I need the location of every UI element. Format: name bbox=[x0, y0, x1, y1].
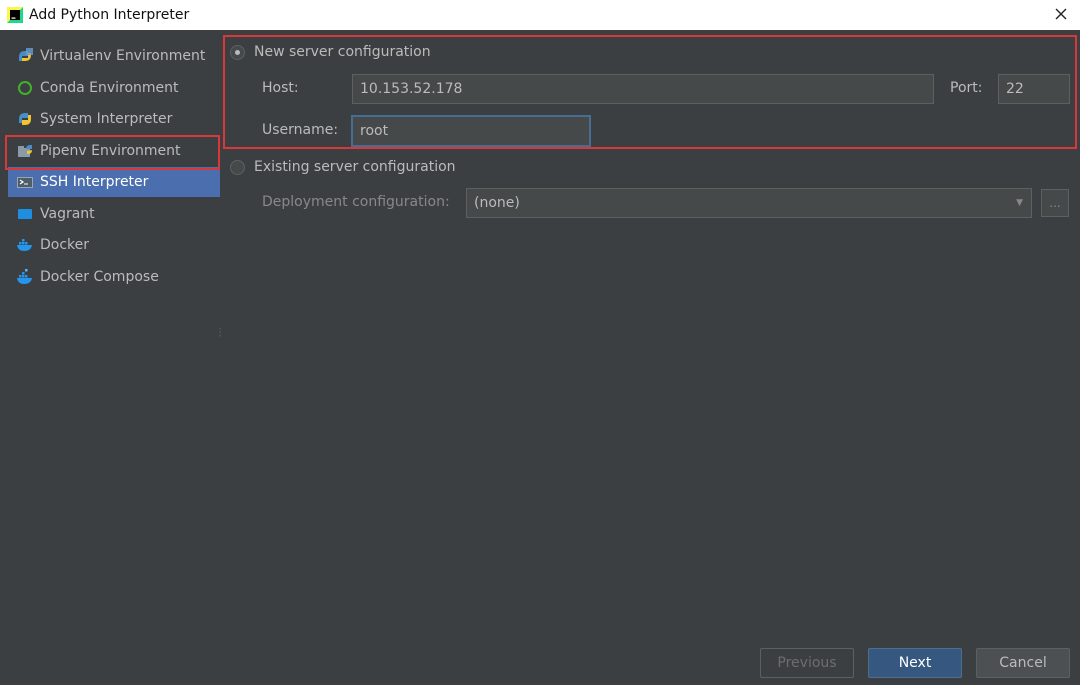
host-value: 10.153.52.178 bbox=[360, 81, 463, 97]
docker-compose-icon bbox=[16, 268, 34, 286]
conda-icon bbox=[16, 79, 34, 97]
browse-button[interactable]: ... bbox=[1041, 189, 1069, 217]
sidebar-item-label: Docker bbox=[40, 237, 90, 253]
vagrant-icon bbox=[16, 205, 34, 223]
chevron-down-icon: ▼ bbox=[1016, 198, 1023, 208]
port-input[interactable]: 22 bbox=[998, 74, 1070, 104]
deployment-config-value: (none) bbox=[474, 195, 520, 211]
sidebar-item-label: Virtualenv Environment bbox=[40, 48, 206, 64]
sidebar-item-ssh[interactable]: SSH Interpreter bbox=[8, 167, 220, 197]
existing-server-label: Existing server configuration bbox=[254, 159, 456, 175]
sidebar-item-vagrant[interactable]: Vagrant bbox=[8, 199, 220, 229]
cancel-label: Cancel bbox=[999, 655, 1047, 671]
sidebar-item-pipenv[interactable]: Pipenv Environment bbox=[8, 136, 220, 166]
pipenv-icon bbox=[16, 142, 34, 160]
username-input[interactable]: root bbox=[351, 115, 591, 147]
username-label: Username: bbox=[262, 122, 339, 138]
new-server-radio[interactable] bbox=[230, 45, 245, 60]
cancel-button[interactable]: Cancel bbox=[976, 648, 1070, 678]
new-server-label: New server configuration bbox=[254, 44, 431, 60]
host-input[interactable]: 10.153.52.178 bbox=[352, 74, 934, 104]
sidebar-item-system[interactable]: System Interpreter bbox=[8, 104, 220, 134]
previous-label: Previous bbox=[777, 655, 837, 671]
sidebar-item-virtualenv[interactable]: Virtualenv Environment bbox=[8, 41, 220, 71]
next-button[interactable]: Next bbox=[868, 648, 962, 678]
sidebar-item-label: System Interpreter bbox=[40, 111, 173, 127]
username-value: root bbox=[360, 123, 389, 139]
host-label: Host: bbox=[262, 80, 299, 96]
deployment-config-dropdown[interactable]: (none) ▼ bbox=[466, 188, 1032, 218]
virtualenv-icon bbox=[16, 47, 34, 65]
browse-label: ... bbox=[1049, 196, 1061, 210]
sidebar-item-conda[interactable]: Conda Environment bbox=[8, 73, 220, 103]
previous-button[interactable]: Previous bbox=[760, 648, 854, 678]
title-bar: Add Python Interpreter bbox=[0, 0, 1080, 30]
sidebar-item-label: SSH Interpreter bbox=[40, 174, 149, 190]
sidebar-item-docker[interactable]: Docker bbox=[8, 230, 220, 260]
python-icon bbox=[16, 110, 34, 128]
deployment-config-label: Deployment configuration: bbox=[262, 194, 450, 210]
sidebar-item-label: Conda Environment bbox=[40, 80, 179, 96]
port-label: Port: bbox=[950, 80, 983, 96]
next-label: Next bbox=[898, 655, 932, 671]
pycharm-icon bbox=[7, 7, 23, 23]
ssh-icon bbox=[16, 173, 34, 191]
window-title: Add Python Interpreter bbox=[29, 7, 190, 23]
sidebar-item-docker-compose[interactable]: Docker Compose bbox=[8, 262, 220, 292]
interpreter-type-list: Virtualenv Environment Conda Environment… bbox=[0, 30, 222, 685]
port-value: 22 bbox=[1006, 81, 1024, 97]
sidebar-item-label: Vagrant bbox=[40, 206, 95, 222]
sidebar-item-label: Docker Compose bbox=[40, 269, 159, 285]
sidebar-item-label: Pipenv Environment bbox=[40, 143, 181, 159]
docker-icon bbox=[16, 236, 34, 254]
existing-server-radio[interactable] bbox=[230, 160, 245, 175]
close-icon[interactable] bbox=[1050, 3, 1072, 25]
ssh-config-panel: New server configuration Host: 10.153.52… bbox=[222, 30, 1080, 685]
